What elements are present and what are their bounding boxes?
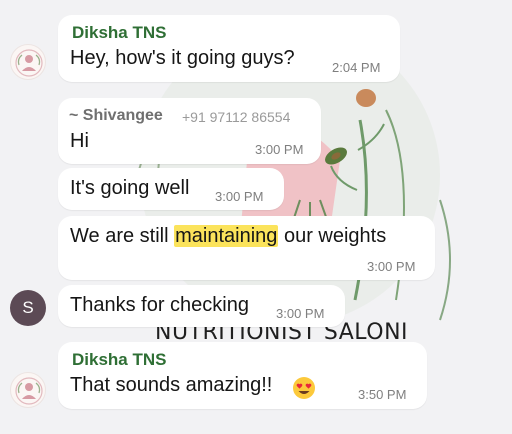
message-bubble[interactable]: Diksha TNS Hey, how's it going guys? 2:0…: [58, 15, 400, 82]
message-text: Thanks for checking: [70, 294, 249, 316]
message-text: Hi: [70, 130, 89, 152]
sender-phone: +91 97112 86554: [182, 109, 291, 125]
sender-name[interactable]: Diksha TNS: [72, 350, 166, 370]
message-time: 3:00 PM: [367, 259, 416, 274]
message-bubble[interactable]: ~ Shivangee +91 97112 86554 Hi 3:00 PM: [58, 98, 321, 164]
message-bubble[interactable]: We are still maintaining our weights 3:0…: [58, 216, 435, 280]
message-time: 2:04 PM: [332, 60, 381, 75]
message-time: 3:00 PM: [215, 189, 264, 204]
message-text: We are still maintaining our weights: [70, 225, 386, 248]
search-highlight: maintaining: [174, 225, 279, 247]
avatar-diksha-tns[interactable]: [10, 44, 46, 80]
message-text: Hey, how's it going guys?: [70, 47, 295, 69]
message-time: 3:00 PM: [276, 306, 325, 321]
message-text: It's going well: [70, 177, 190, 199]
sender-name[interactable]: Diksha TNS: [72, 23, 166, 43]
avatar-s[interactable]: S: [10, 290, 46, 326]
heart-eyes-emoji-icon: [293, 377, 315, 399]
message-time: 3:00 PM: [255, 142, 304, 157]
message-bubble[interactable]: It's going well 3:00 PM: [58, 168, 284, 210]
message-time: 3:50 PM: [358, 387, 407, 402]
sender-name[interactable]: ~ Shivangee: [69, 107, 163, 125]
message-text: That sounds amazing!!: [70, 374, 273, 396]
message-text-end: our weights: [278, 225, 387, 247]
message-bubble[interactable]: Thanks for checking 3:00 PM: [58, 285, 345, 327]
message-text-start: We are still: [70, 225, 175, 247]
avatar-diksha-tns[interactable]: [10, 372, 46, 408]
message-bubble[interactable]: Diksha TNS That sounds amazing!! 3:50 PM: [58, 342, 427, 409]
